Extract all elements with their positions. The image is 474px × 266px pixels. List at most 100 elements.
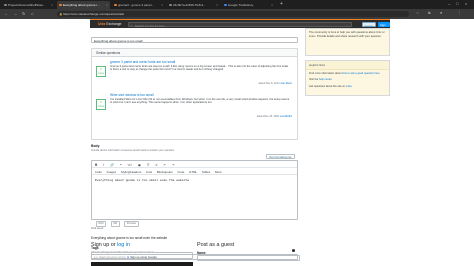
forward-icon[interactable]: → [13, 11, 17, 16]
google-signup-button[interactable]: G Sign up using Google [91, 252, 193, 259]
help-tab-images[interactable]: Images [107, 170, 116, 174]
url-field[interactable]: 🔒 https://unix.stackexchange.com/questio… [57, 11, 409, 17]
address-bar: ← → ↻ ⌂ 🔒 https://unix.stackexchange.com… [0, 9, 474, 19]
close-tab-icon[interactable]: × [271, 3, 273, 7]
body-label: Body [91, 144, 100, 148]
help-tab-code[interactable]: Code [177, 170, 184, 174]
vote-count-box: 0 votes [96, 99, 106, 110]
image-icon[interactable]: ▣ [138, 163, 141, 167]
editor-help-tabs: Links Images Styling/Headers Lists Block… [92, 168, 297, 175]
close-window-icon[interactable]: × [465, 1, 467, 6]
new-tab-button[interactable]: + [280, 1, 283, 7]
similar-questions-heading: Similar questions [92, 49, 297, 57]
reload-icon[interactable]: ↻ [22, 11, 26, 16]
mode-tab-markdown[interactable]: Md [110, 221, 120, 227]
body-hint: Include all the information someone woul… [91, 148, 175, 152]
browser-tab-active[interactable]: Everything about gnome i... × [57, 1, 110, 9]
italic-icon[interactable]: I [103, 163, 104, 167]
login-button[interactable]: Log in [362, 22, 376, 28]
similar-question-item: 0 votes gnome 3 panel and menu fonts are… [96, 60, 296, 90]
helpful-link[interactable]: meta [346, 85, 352, 88]
login-link[interactable]: log in [117, 242, 130, 248]
favicon-icon [169, 3, 172, 7]
bold-icon[interactable]: B [95, 163, 97, 167]
tab-label: Google Trads/story [228, 3, 254, 7]
extensions-icon[interactable]: ⧉ [428, 11, 431, 15]
menu-kebab-icon[interactable]: ⋮ [458, 11, 462, 15]
signup-heading: Sign up or log in [91, 242, 191, 248]
redo-icon[interactable]: ↷ [172, 163, 175, 167]
minimize-icon[interactable]: – [448, 1, 450, 6]
mode-tab-rich[interactable]: Rich [96, 221, 107, 227]
site-logo[interactable]: Unix Exchange [98, 22, 121, 26]
quote-icon[interactable]: ❝ [120, 163, 122, 167]
link-icon[interactable]: 🔗 [110, 163, 114, 167]
similar-question-link[interactable]: gnome 3 panel and menu fonts are too sma… [110, 60, 175, 64]
browser-tab[interactable]: Projects/GnomeShellSlow... × [2, 1, 55, 9]
close-tab-icon[interactable]: × [106, 3, 108, 7]
editor-mode-tabs: Rich Md Preview [96, 221, 143, 227]
browser-tab[interactable]: Google Trads/story × [222, 1, 275, 9]
guest-name-input[interactable] [197, 255, 300, 261]
favicon-icon [4, 3, 7, 7]
question-title-input[interactable]: Everything about gnome is too small [91, 37, 298, 43]
signup-section: Sign up or log in G Sign up using Google [91, 242, 193, 266]
similar-question-excerpt: Gnome 3 panel and menu fonts are way too… [110, 64, 289, 72]
community-note: The community is here to help you with q… [305, 28, 390, 56]
mode-tab-preview[interactable]: Preview [124, 221, 139, 227]
asked-date: asked Dec 23, 2016 [256, 115, 280, 118]
help-tab-html[interactable]: HTML [189, 170, 197, 174]
close-tab-icon[interactable]: × [216, 3, 218, 7]
url-text: https://unix.stackexchange.com/questions… [63, 12, 125, 17]
helpful-link-row: Ask questions about the site on meta [306, 83, 389, 90]
helpful-link[interactable]: how to ask a good question here [342, 72, 380, 75]
body-textarea[interactable]: Everything about gnome is too small even… [92, 175, 297, 185]
close-tab-icon[interactable]: × [161, 3, 163, 7]
tab-label: Everything about gnome i... [63, 3, 100, 7]
similar-question-meta: asked Nov 6, 2014 user-tlbom [259, 82, 292, 85]
close-tab-icon[interactable]: × [51, 3, 53, 7]
numbered-list-icon[interactable]: ≡ [156, 163, 158, 167]
guest-section: Post as a guest Name [197, 242, 302, 266]
social-signup-strip [91, 262, 193, 266]
browser-tab[interactable]: gnome3 - gnome 3 panel... × [112, 1, 165, 9]
helpful-link-prefix: Ask questions about the site on [309, 84, 346, 88]
logo-suffix: Exchange [106, 22, 122, 26]
help-tab-lists[interactable]: Lists [146, 170, 152, 174]
favicon-icon [59, 3, 62, 7]
author-link[interactable]: user-tlbom [280, 82, 292, 85]
browser-tab[interactable]: 24c0b7a-dc839-7fe8-4... × [167, 1, 220, 9]
signup-button[interactable]: Sign up [378, 22, 390, 31]
help-tab-more[interactable]: More [215, 170, 222, 174]
helpful-link[interactable]: help center [319, 78, 332, 81]
site-header: Unix Exchange ⌕ Search on Unix & Linux..… [90, 19, 390, 31]
vote-label: votes [97, 104, 105, 108]
undo-icon[interactable]: ↶ [163, 163, 166, 167]
code-icon[interactable]: </> [127, 163, 132, 167]
helpful-link-prefix: Find more information about [309, 71, 342, 75]
help-tab-links[interactable]: Links [95, 170, 102, 174]
back-icon[interactable]: ← [4, 11, 8, 16]
favicon-icon [224, 3, 227, 7]
ask-question-form: Everything about gnome is too small Simi… [90, 28, 300, 266]
draft-status: Draft saved [91, 227, 104, 230]
logo-prefix: Unix [98, 22, 106, 26]
bullet-list-icon[interactable]: ☰ [147, 163, 150, 167]
home-icon[interactable]: ⌂ [31, 11, 34, 16]
similar-question-link[interactable]: Wine size window is too small [110, 93, 154, 97]
site-search-input[interactable]: ⌕ Search on Unix & Linux... [128, 21, 352, 28]
bookmark-star-icon[interactable]: ☆ [416, 11, 419, 15]
help-tab-blockquotes[interactable]: Blockquotes [157, 170, 173, 174]
help-tab-tables[interactable]: Tables [202, 170, 210, 174]
guest-name-label: Name [197, 250, 206, 255]
maximize-icon[interactable]: □ [456, 1, 458, 6]
body-editor: B I 🔗 ❝ </> ▣ ☰ ≡ ↶ ↷ Links Images Styli… [91, 160, 298, 220]
helpful-link-row: Find more information about how to ask a… [306, 70, 389, 77]
question-title-value: Everything about gnome is too small [94, 39, 143, 43]
asked-date: asked Nov 6, 2014 [258, 82, 280, 85]
author-link[interactable]: user2ibdhs [280, 115, 292, 118]
formatting-tips-button[interactable]: View formatting tips [266, 154, 295, 159]
profile-icon[interactable]: ● [440, 11, 442, 15]
lock-icon: 🔒 [59, 12, 63, 17]
help-tab-styling[interactable]: Styling/Headers [121, 170, 141, 174]
